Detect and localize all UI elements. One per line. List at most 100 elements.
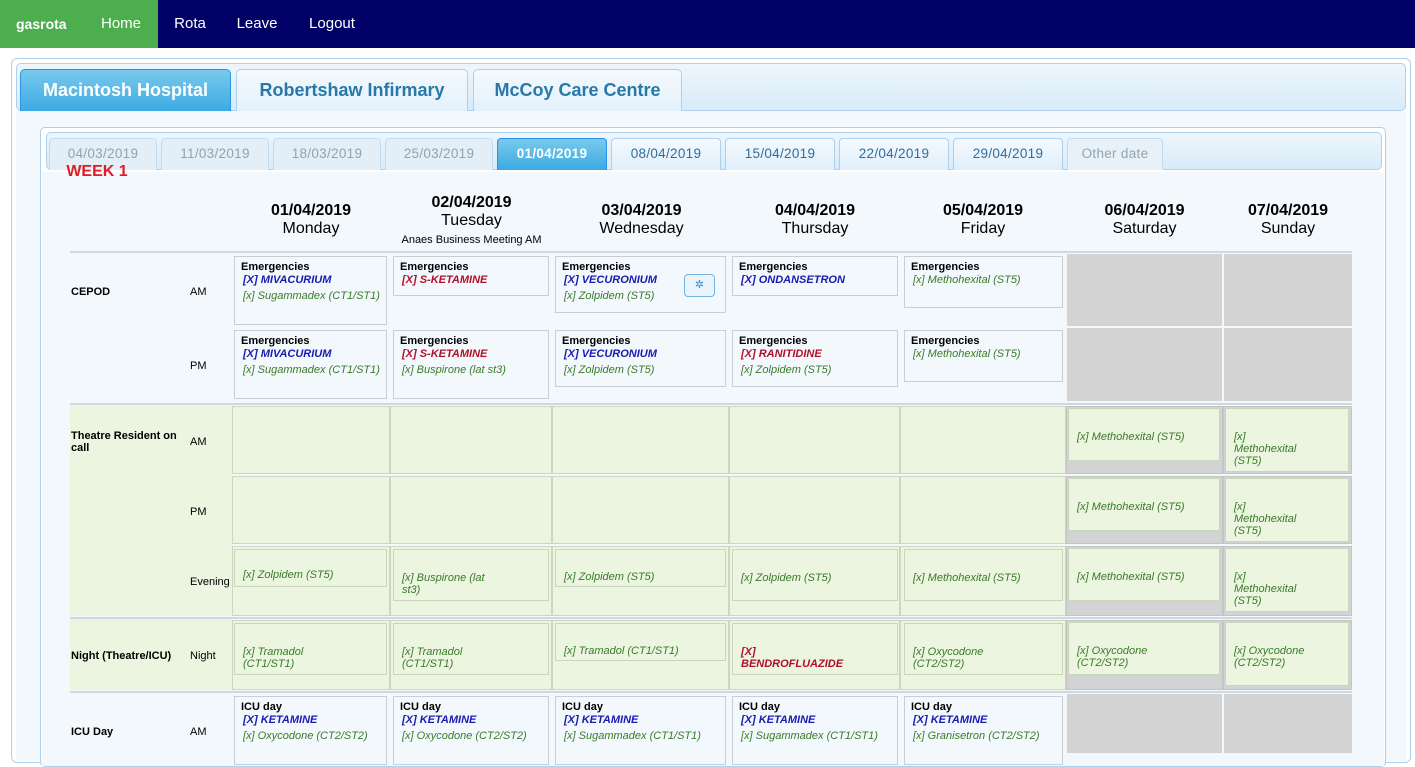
rota-slot[interactable]: ICU day [X] KETAMINE [x] Oxycodone (CT2/… [234, 696, 387, 765]
tab-week-22-04-2019[interactable]: 22/04/2019 [839, 138, 949, 170]
rota-slot[interactable]: [x] Tramadol (CT1/ST1) [234, 623, 387, 675]
staff-entry[interactable]: [x] Zolpidem (ST5) [564, 571, 725, 583]
staff-entry[interactable]: [X] VECURONIUM [564, 348, 725, 360]
nav-home[interactable]: Home [84, 0, 158, 48]
rota-slot[interactable]: [x] Methohexital (ST5) [904, 549, 1063, 601]
staff-entry[interactable]: [x] Methohexital (ST5) [1234, 571, 1314, 607]
empty-slot[interactable] [390, 476, 552, 544]
tab-week-29-04-2019[interactable]: 29/04/2019 [953, 138, 1063, 170]
rota-slot[interactable]: Emergencies [X] S-KETAMINE [x] Buspirone… [393, 330, 549, 399]
tab-week-15-04-2019[interactable]: 15/04/2019 [725, 138, 835, 170]
tab-week-11-03-2019[interactable]: 11/03/2019 [161, 138, 269, 170]
staff-entry[interactable]: [x] Sugammadex (CT1/ST1) [564, 730, 725, 742]
staff-entry[interactable]: [X] ONDANSETRON [741, 274, 897, 286]
staff-entry[interactable]: [X] KETAMINE [913, 714, 1062, 726]
nav-rota[interactable]: Rota [158, 0, 222, 48]
rota-slot[interactable]: Emergencies [x] Methohexital (ST5) [904, 256, 1063, 308]
empty-slot[interactable] [552, 476, 729, 544]
staff-entry[interactable]: [x] Oxycodone (CT2/ST2) [402, 730, 548, 742]
rota-slot[interactable]: [x] Zolpidem (ST5) [555, 549, 726, 587]
rota-slot[interactable]: [x] Methohexital (ST5) [1068, 548, 1220, 601]
staff-entry[interactable]: [x] Sugammadex (CT1/ST1) [741, 730, 897, 742]
rota-slot[interactable]: [x] Oxycodone (CT2/ST2) [1225, 622, 1349, 686]
staff-entry[interactable]: [x] Methohexital (ST5) [1077, 501, 1219, 513]
rota-slot[interactable]: [x] Methohexital (ST5) [1068, 408, 1220, 461]
staff-entry[interactable]: [x] Tramadol (CT1/ST1) [243, 646, 333, 670]
rota-slot[interactable]: Emergencies [X] ONDANSETRON [732, 256, 898, 296]
rota-slot[interactable]: ICU day [X] KETAMINE [x] Granisetron (CT… [904, 696, 1063, 765]
nav-leave[interactable]: Leave [222, 0, 292, 48]
settings-button[interactable]: ✲ [684, 274, 715, 297]
staff-entry[interactable]: [x] Methohexital (ST5) [1077, 431, 1219, 443]
rota-slot[interactable]: Emergencies [X] MIVACURIUM [x] Sugammade… [234, 256, 387, 325]
empty-slot[interactable] [900, 406, 1066, 474]
rota-slot[interactable]: Emergencies [X] MIVACURIUM [x] Sugammade… [234, 330, 387, 399]
staff-entry[interactable]: [x] Zolpidem (ST5) [564, 364, 725, 376]
staff-entry[interactable]: [X] MIVACURIUM [243, 274, 386, 286]
rota-slot[interactable]: [x] Tramadol (CT1/ST1) [393, 623, 549, 675]
empty-slot[interactable] [900, 476, 1066, 544]
tab-mccoy-care-centre[interactable]: McCoy Care Centre [473, 69, 682, 111]
staff-entry[interactable]: [x] Zolpidem (ST5) [243, 569, 386, 581]
staff-entry[interactable]: [x] Tramadol (CT1/ST1) [564, 645, 725, 657]
staff-entry[interactable]: [x] Buspirone (lat st3) [402, 364, 548, 376]
rota-slot[interactable]: [x] Methohexital (ST5) [1225, 548, 1349, 612]
staff-entry[interactable]: [X] S-KETAMINE [402, 274, 548, 286]
staff-entry[interactable]: [x] Sugammadex (CT1/ST1) [243, 290, 386, 302]
staff-entry[interactable]: [x] Oxycodone (CT2/ST2) [913, 646, 1013, 670]
staff-entry[interactable]: [x] Oxycodone (CT2/ST2) [1234, 645, 1314, 669]
staff-entry[interactable]: [X] RANITIDINE [741, 348, 897, 360]
staff-entry[interactable]: BENDROFLUAZIDE [741, 658, 897, 670]
staff-entry[interactable]: [x] Methohexital (ST5) [1077, 571, 1219, 583]
tab-week-25-03-2019[interactable]: 25/03/2019 [385, 138, 493, 170]
rota-slot[interactable]: ICU day [X] KETAMINE [x] Sugammadex (CT1… [732, 696, 898, 765]
rota-slot[interactable]: Emergencies [x] Methohexital (ST5) [904, 330, 1063, 382]
rota-slot[interactable]: Emergencies [X] S-KETAMINE [393, 256, 549, 296]
staff-entry[interactable]: [x] Tramadol (CT1/ST1) [402, 646, 492, 670]
staff-entry[interactable]: [X] KETAMINE [402, 714, 548, 726]
staff-entry[interactable]: [x] Granisetron (CT2/ST2) [913, 730, 1062, 742]
staff-entry[interactable]: [x] Zolpidem (ST5) [741, 364, 897, 376]
tab-week-18-03-2019[interactable]: 18/03/2019 [273, 138, 381, 170]
staff-entry[interactable]: [X] S-KETAMINE [402, 348, 548, 360]
tab-other-date[interactable]: Other date [1067, 138, 1163, 170]
empty-slot[interactable] [729, 406, 900, 474]
rota-slot[interactable]: Emergencies [X] VECURONIUM [x] Zolpidem … [555, 256, 726, 313]
tab-week-01-04-2019[interactable]: 01/04/2019 [497, 138, 607, 170]
brand-logo[interactable]: gasrota [0, 0, 84, 48]
rota-slot[interactable]: [x] Zolpidem (ST5) [234, 549, 387, 587]
rota-slot[interactable]: [x] Buspirone (lat st3) [393, 549, 549, 601]
staff-entry[interactable]: [x] Methohexital (ST5) [913, 274, 1062, 286]
rota-slot[interactable]: [x] Tramadol (CT1/ST1) [555, 623, 726, 661]
rota-slot[interactable]: [X] BENDROFLUAZIDE [732, 623, 898, 675]
nav-logout[interactable]: Logout [292, 0, 372, 48]
staff-entry[interactable]: [X] [741, 646, 897, 658]
rota-slot[interactable]: [x] Zolpidem (ST5) [732, 549, 898, 601]
staff-entry[interactable]: [X] KETAMINE [741, 714, 897, 726]
rota-slot[interactable]: [x] Oxycodone (CT2/ST2) [904, 623, 1063, 675]
rota-slot[interactable]: [x] Methohexital (ST5) [1068, 478, 1220, 531]
staff-entry[interactable]: [x] Methohexital (ST5) [1234, 501, 1314, 537]
staff-entry[interactable]: [x] Methohexital (ST5) [913, 348, 1062, 360]
tab-robertshaw-infirmary[interactable]: Robertshaw Infirmary [236, 69, 468, 111]
staff-entry[interactable]: [X] KETAMINE [243, 714, 386, 726]
empty-slot[interactable] [232, 406, 390, 474]
rota-slot[interactable]: ICU day [X] KETAMINE [x] Sugammadex (CT1… [555, 696, 726, 765]
staff-entry[interactable]: [x] Buspirone (lat st3) [402, 572, 502, 596]
empty-slot[interactable] [232, 476, 390, 544]
rota-slot[interactable]: Emergencies [X] VECURONIUM [x] Zolpidem … [555, 330, 726, 387]
empty-slot[interactable] [390, 406, 552, 474]
staff-entry[interactable]: [x] Oxycodone (CT2/ST2) [243, 730, 386, 742]
empty-slot[interactable] [729, 476, 900, 544]
staff-entry[interactable]: [x] Zolpidem (ST5) [741, 572, 897, 584]
rota-slot[interactable]: ICU day [X] KETAMINE [x] Oxycodone (CT2/… [393, 696, 549, 765]
tab-week-08-04-2019[interactable]: 08/04/2019 [611, 138, 721, 170]
staff-entry[interactable]: [X] KETAMINE [564, 714, 725, 726]
rota-slot[interactable]: [x] Methohexital (ST5) [1225, 478, 1349, 542]
rota-slot[interactable]: [x] Methohexital (ST5) [1225, 408, 1349, 472]
rota-slot[interactable]: [x] Oxycodone (CT2/ST2) [1068, 622, 1220, 675]
staff-entry[interactable]: [x] Oxycodone (CT2/ST2) [1077, 645, 1177, 669]
staff-entry[interactable]: [X] MIVACURIUM [243, 348, 386, 360]
staff-entry[interactable]: [x] Methohexital (ST5) [1234, 431, 1314, 467]
staff-entry[interactable]: [x] Methohexital (ST5) [913, 572, 1062, 584]
